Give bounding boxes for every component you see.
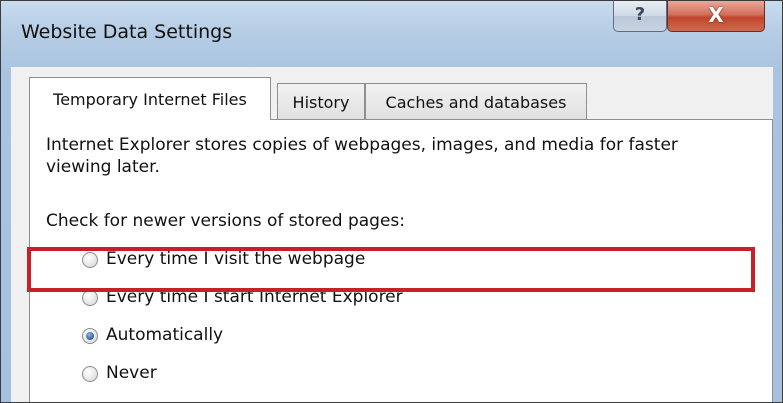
- tab-label: Temporary Internet Files: [53, 90, 247, 109]
- tab-caches-and-databases[interactable]: Caches and databases: [365, 83, 587, 119]
- dialog-client-area: Temporary Internet Files History Caches …: [11, 67, 773, 402]
- dialog-window: Website Data Settings ? X Temporary Inte…: [0, 0, 783, 403]
- close-button[interactable]: X: [667, 1, 765, 32]
- radio-label[interactable]: Every time I start Internet Explorer: [106, 287, 403, 307]
- tab-panel: Internet Explorer stores copies of webpa…: [29, 119, 773, 402]
- help-button[interactable]: ?: [613, 1, 667, 32]
- tab-label: Caches and databases: [385, 93, 567, 112]
- radio-button-icon[interactable]: [82, 252, 98, 268]
- tab-label: History: [292, 93, 350, 112]
- radio-label[interactable]: Never: [106, 363, 157, 383]
- radio-button-checked-icon[interactable]: [82, 328, 98, 344]
- radio-button-icon[interactable]: [82, 290, 98, 306]
- radio-label[interactable]: Automatically: [106, 325, 223, 345]
- radio-button-icon[interactable]: [82, 366, 98, 382]
- title-bar[interactable]: Website Data Settings ? X: [1, 1, 782, 67]
- close-icon: X: [708, 3, 724, 27]
- description-text: Internet Explorer stores copies of webpa…: [46, 135, 678, 177]
- tab-history[interactable]: History: [277, 83, 365, 119]
- tab-temporary-internet-files[interactable]: Temporary Internet Files: [29, 77, 271, 120]
- window-title: Website Data Settings: [21, 21, 233, 43]
- check-prompt-label: Check for newer versions of stored pages…: [46, 211, 406, 231]
- help-icon: ?: [634, 4, 646, 25]
- radio-label[interactable]: Every time I visit the webpage: [106, 249, 365, 269]
